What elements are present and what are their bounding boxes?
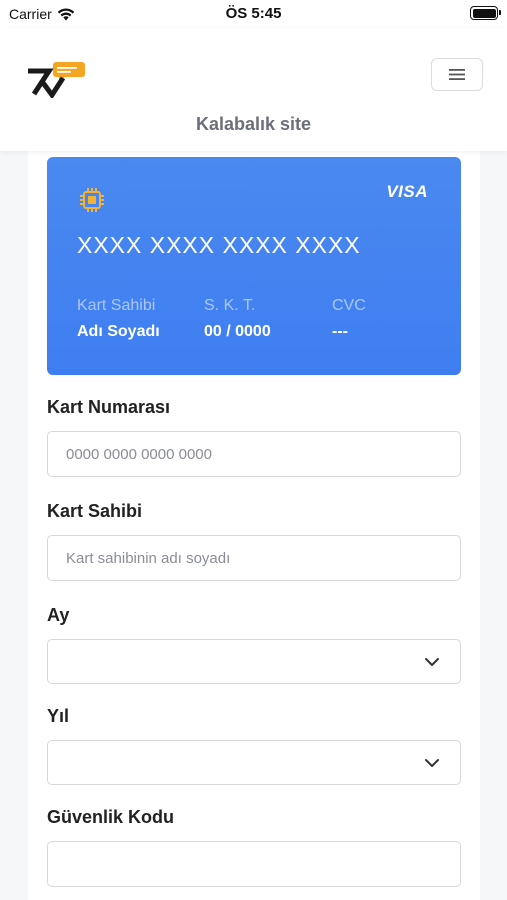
status-time: ÖS 5:45: [225, 5, 282, 22]
battery-icon: [470, 6, 501, 20]
card-expiry-value: 00 / 0000: [204, 323, 271, 340]
brand-logo-icon[interactable]: [25, 58, 87, 98]
card-holder-input[interactable]: [47, 535, 461, 581]
chevron-down-icon: [425, 759, 439, 767]
chip-icon: [80, 188, 104, 212]
card-number-display: XXXX XXXX XXXX XXXX: [77, 232, 361, 258]
site-header: Kalabalık site: [0, 28, 507, 151]
security-code-input[interactable]: [47, 841, 461, 887]
card-holder-block: Kart Sahibi Adı Soyadı: [77, 297, 160, 341]
hamburger-icon: [449, 69, 465, 80]
card-holder-field-label: Kart Sahibi: [47, 501, 143, 521]
card-expiry-label: S. K. T.: [204, 297, 256, 314]
card-cvc-value: ---: [332, 323, 348, 340]
card-number-label: Kart Numarası: [47, 397, 171, 417]
status-bar: Carrier ÖS 5:45: [0, 0, 507, 28]
month-select[interactable]: [47, 639, 461, 684]
month-label: Ay: [47, 605, 70, 625]
card-preview: VISA XXXX XXXX XXXX XXXX Kart Sahibi Adı…: [47, 157, 461, 375]
year-label: Yıl: [47, 706, 70, 726]
card-number-input[interactable]: [47, 431, 461, 477]
card-cvc-label: CVC: [332, 297, 366, 314]
card-holder-value: Adı Soyadı: [77, 323, 160, 340]
year-select[interactable]: [47, 740, 461, 785]
menu-button[interactable]: [431, 58, 483, 91]
card-brand-logo: VISA: [386, 182, 428, 201]
card-holder-label: Kart Sahibi: [77, 297, 156, 314]
site-title: Kalabalık site: [195, 114, 312, 134]
chevron-down-icon: [425, 658, 439, 666]
security-code-label: Güvenlik Kodu: [47, 807, 175, 827]
card-expiry-block: S. K. T. 00 / 0000: [204, 297, 271, 341]
card-cvc-block: CVC ---: [332, 297, 366, 341]
